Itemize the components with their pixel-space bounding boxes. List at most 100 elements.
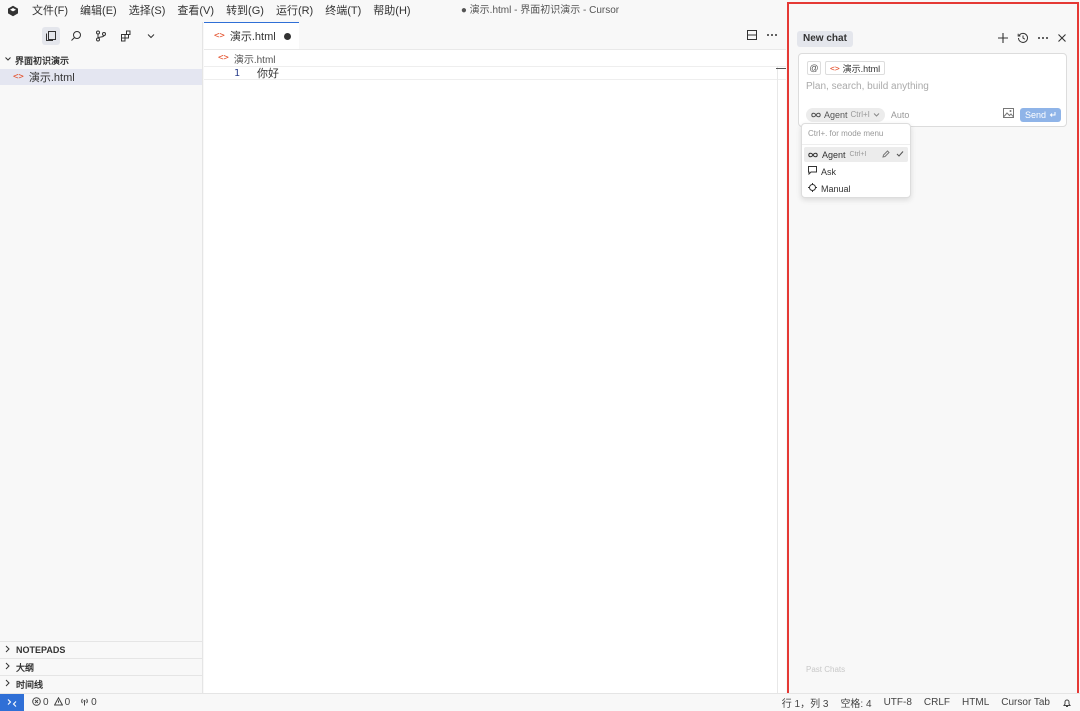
html-file-icon: <> bbox=[218, 53, 229, 63]
chat-composer: @ <> 演示.html Agent Ctrl+I bbox=[798, 53, 1067, 127]
mode-shortcut: Ctrl+I bbox=[850, 110, 870, 119]
model-select[interactable]: Auto bbox=[891, 110, 910, 120]
section-outline[interactable]: 大纲 bbox=[0, 658, 203, 675]
add-context-button[interactable]: @ bbox=[807, 61, 821, 75]
composer-toolbar: Agent Ctrl+I Auto Send bbox=[806, 107, 1061, 122]
past-chats-label[interactable]: Past Chats bbox=[806, 665, 845, 674]
mode-option-agent-shortcut: Ctrl+I bbox=[849, 151, 867, 158]
html-file-icon: <> bbox=[830, 63, 840, 73]
mode-select-button[interactable]: Agent Ctrl+I bbox=[806, 107, 885, 122]
more-actions-icon[interactable] bbox=[766, 29, 778, 44]
breadcrumb-file: 演示.html bbox=[233, 54, 276, 66]
chat-input[interactable] bbox=[806, 81, 1056, 92]
notifications-bell-icon[interactable] bbox=[1062, 698, 1072, 708]
cursor-logo-icon[interactable] bbox=[0, 0, 26, 22]
menu-run[interactable]: 运行(R) bbox=[270, 0, 319, 22]
remote-indicator-icon[interactable] bbox=[0, 694, 24, 711]
infinity-icon bbox=[811, 110, 821, 120]
chevron-right-icon bbox=[4, 645, 11, 655]
explorer-sidebar: 界面初识演示 <> 演示.html NOTEPADS 大纲 时间线 bbox=[0, 22, 203, 693]
editor-scroll-edge[interactable] bbox=[777, 66, 778, 693]
mode-option-ask[interactable]: Ask bbox=[804, 164, 908, 179]
menu-view[interactable]: 查看(V) bbox=[171, 0, 220, 22]
folder-chevron-down-icon bbox=[4, 55, 12, 65]
sidebar-view-switcher bbox=[0, 22, 202, 50]
chevron-right-icon bbox=[4, 679, 11, 689]
explorer-files-icon[interactable] bbox=[42, 27, 60, 45]
code-line[interactable]: 1 你好 bbox=[204, 66, 786, 80]
mode-option-agent[interactable]: Agent Ctrl+I bbox=[804, 147, 908, 162]
error-icon bbox=[32, 696, 41, 709]
close-chat-icon[interactable] bbox=[1057, 33, 1067, 46]
mode-dropdown-menu: Ctrl+. for mode menu Agent Ctrl+I Ask Ma… bbox=[801, 123, 911, 198]
end-of-line[interactable]: CRLF bbox=[924, 697, 950, 708]
broadcast-icon bbox=[80, 697, 89, 709]
context-file-pill[interactable]: <> 演示.html bbox=[825, 61, 886, 75]
mode-menu-hint: Ctrl+. for mode menu bbox=[808, 129, 884, 138]
cursor-position[interactable]: 行 1，列 3 bbox=[782, 695, 829, 710]
section-timeline[interactable]: 时间线 bbox=[0, 675, 203, 692]
indentation[interactable]: 空格: 4 bbox=[840, 695, 871, 710]
section-notepads[interactable]: NOTEPADS bbox=[0, 641, 203, 658]
language-mode[interactable]: HTML bbox=[962, 697, 989, 708]
ports-indicator[interactable]: 0 bbox=[80, 697, 97, 709]
chat-more-icon[interactable] bbox=[1037, 32, 1049, 47]
chevron-right-icon bbox=[4, 662, 11, 672]
status-bar: 0 0 0 行 1，列 3 空格: 4 UTF-8 CRLF HTML Curs… bbox=[0, 693, 1080, 711]
extensions-icon[interactable] bbox=[117, 27, 135, 45]
problems-indicator[interactable]: 0 0 bbox=[32, 696, 70, 709]
send-button[interactable]: Send bbox=[1019, 107, 1061, 122]
enter-key-icon bbox=[1049, 110, 1056, 120]
menu-edit[interactable]: 编辑(E) bbox=[74, 0, 123, 22]
attach-image-icon[interactable] bbox=[1002, 108, 1014, 121]
unsaved-dot-icon[interactable] bbox=[284, 32, 291, 40]
search-icon[interactable] bbox=[67, 27, 85, 45]
menu-bar: 文件(F) 编辑(E) 选择(S) 查看(V) 转到(G) 运行(R) 终端(T… bbox=[26, 0, 417, 22]
chat-header: New chat bbox=[797, 30, 1067, 48]
mode-menu-divider bbox=[802, 144, 910, 145]
menu-terminal[interactable]: 终端(T) bbox=[319, 0, 367, 22]
split-editor-icon[interactable] bbox=[746, 29, 758, 44]
cursor-window: 文件(F) 编辑(E) 选择(S) 查看(V) 转到(G) 运行(R) 终端(T… bbox=[0, 0, 1080, 711]
cursor-tab-status[interactable]: Cursor Tab bbox=[1001, 697, 1050, 708]
editor-actions bbox=[746, 22, 778, 50]
mode-option-manual-label: Manual bbox=[821, 183, 851, 194]
explorer-file-label: 演示.html bbox=[28, 72, 75, 84]
mode-option-agent-label: Agent bbox=[822, 149, 846, 160]
context-row: @ <> 演示.html bbox=[807, 61, 886, 75]
source-control-icon[interactable] bbox=[92, 27, 110, 45]
html-file-icon: <> bbox=[13, 72, 24, 82]
chat-history-icon[interactable] bbox=[1017, 32, 1029, 47]
status-bar-right: 行 1，列 3 空格: 4 UTF-8 CRLF HTML Cursor Tab bbox=[782, 694, 1080, 711]
window-title: ● 演示.html - 界面初识演示 - Cursor bbox=[460, 5, 620, 16]
new-chat-plus-icon[interactable] bbox=[997, 32, 1009, 47]
workspace-folder[interactable]: 界面初识演示 bbox=[0, 52, 202, 68]
infinity-icon bbox=[808, 150, 818, 160]
line-text[interactable]: 你好 bbox=[257, 65, 279, 81]
editor-tab-bar: <> 演示.html bbox=[204, 22, 786, 50]
chat-panel: New chat @ <> 演示.html Plan, search, buil… bbox=[787, 2, 1079, 708]
error-count: 0 bbox=[43, 697, 49, 708]
editor-area: <> 演示.html <> 演示.html 1 你好 bbox=[204, 22, 786, 693]
menu-file[interactable]: 文件(F) bbox=[26, 0, 74, 22]
breadcrumb[interactable]: <> 演示.html bbox=[204, 50, 786, 66]
ports-count: 0 bbox=[91, 697, 97, 708]
warning-icon bbox=[53, 696, 63, 709]
html-file-icon: <> bbox=[214, 31, 225, 41]
menu-selection[interactable]: 选择(S) bbox=[123, 0, 172, 22]
mode-label: Agent bbox=[824, 109, 848, 120]
minimap-cursor-marker bbox=[776, 68, 786, 69]
chat-tab-new-chat[interactable]: New chat bbox=[797, 31, 853, 47]
explorer-file-item[interactable]: <> 演示.html bbox=[0, 69, 202, 85]
encoding[interactable]: UTF-8 bbox=[884, 697, 912, 708]
mode-option-manual[interactable]: Manual bbox=[804, 181, 908, 196]
mode-chevron-down-icon bbox=[873, 110, 880, 120]
edit-pencil-icon[interactable] bbox=[882, 149, 890, 160]
section-notepads-label: NOTEPADS bbox=[16, 645, 66, 655]
line-number: 1 bbox=[233, 67, 240, 79]
context-file-label: 演示.html bbox=[842, 63, 881, 74]
editor-tab-active[interactable]: <> 演示.html bbox=[204, 22, 299, 49]
chevron-down-icon[interactable] bbox=[142, 27, 160, 45]
menu-go[interactable]: 转到(G) bbox=[220, 0, 270, 22]
chat-header-actions bbox=[997, 32, 1067, 47]
